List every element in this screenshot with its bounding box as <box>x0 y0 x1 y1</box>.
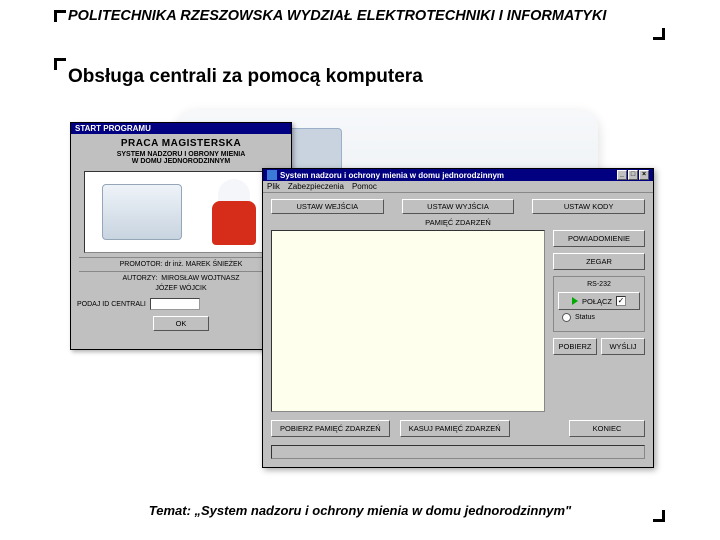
rs232-panel-title: RS-232 <box>558 281 640 288</box>
titlebar-text: System nadzoru i ochrony mienia w domu j… <box>280 171 504 180</box>
id-input[interactable] <box>150 298 200 310</box>
connect-button[interactable]: POŁĄCZ ✓ <box>558 292 640 310</box>
send-button[interactable]: WYŚLIJ <box>601 338 645 355</box>
notify-button[interactable]: POWIADOMIENIE <box>553 230 645 247</box>
splash-subheading: SYSTEM NADZORU I OBRONY MIENIA <box>73 151 289 158</box>
events-display-area <box>271 230 545 412</box>
splash-window: START PROGRAMU PRACA MAGISTERSKA SYSTEM … <box>70 122 292 350</box>
events-group-label: PAMIĘĆ ZDARZEŃ <box>263 218 653 230</box>
promotor-line: PROMOTOR: dr inż. MAREK ŚNIEŻEK <box>73 261 289 268</box>
ok-button[interactable]: OK <box>153 316 209 331</box>
clear-events-button[interactable]: KASUJ PAMIĘĆ ZDARZEŃ <box>400 420 510 437</box>
menu-bar: Plik Zabezpieczenia Pomoc <box>263 181 653 193</box>
clock-button[interactable]: ZEGAR <box>553 253 645 270</box>
titlebar-text: START PROGRAMU <box>75 124 151 133</box>
id-input-label: PODAJ ID CENTRALI <box>77 301 146 308</box>
close-icon[interactable]: × <box>639 170 649 180</box>
status-radio[interactable] <box>562 313 571 322</box>
set-inputs-button[interactable]: USTAW WEJŚCIA <box>271 199 384 214</box>
menu-item-security[interactable]: Zabezpieczenia <box>288 182 344 191</box>
content-area: START PROGRAMU PRACA MAGISTERSKA SYSTEM … <box>58 110 668 480</box>
corner-decoration <box>653 510 665 522</box>
exit-button[interactable]: KONIEC <box>569 420 645 437</box>
author-line: JÓZEF WÓJCIK <box>73 285 289 292</box>
status-radio-label: Status <box>575 314 595 321</box>
menu-item-help[interactable]: Pomoc <box>352 182 377 191</box>
alarm-siren-image <box>208 179 260 245</box>
main-app-window: System nadzoru i ochrony mienia w domu j… <box>262 168 654 468</box>
get-events-button[interactable]: POBIERZ PAMIĘĆ ZDARZEŃ <box>271 420 390 437</box>
get-button[interactable]: POBIERZ <box>553 338 597 355</box>
slide-header: POLITECHNIKA RZESZOWSKA WYDZIAŁ ELEKTROT… <box>68 8 666 24</box>
status-bar <box>271 445 645 459</box>
app-icon <box>267 170 277 180</box>
minimize-icon[interactable]: _ <box>617 170 627 180</box>
authors-label: AUTORZY: MIROSŁAW WOJTNASZ <box>73 275 289 282</box>
window-titlebar: System nadzoru i ochrony mienia w domu j… <box>263 169 653 181</box>
play-icon <box>572 297 578 305</box>
connect-checkbox[interactable]: ✓ <box>616 296 626 306</box>
slide-footer: Temat: „System nadzoru i ochrony mienia … <box>0 503 720 518</box>
splash-image <box>84 171 278 253</box>
maximize-icon[interactable]: □ <box>628 170 638 180</box>
set-codes-button[interactable]: USTAW KODY <box>532 199 645 214</box>
slide-title: Obsługa centrali za pomocą komputera <box>68 66 666 88</box>
menu-item-file[interactable]: Plik <box>267 182 280 191</box>
rs232-panel: RS-232 POŁĄCZ ✓ Status <box>553 276 645 332</box>
window-titlebar: START PROGRAMU <box>71 123 291 134</box>
set-outputs-button[interactable]: USTAW WYJŚCIA <box>402 199 515 214</box>
corner-decoration <box>653 28 665 40</box>
splash-heading: PRACA MAGISTERSKA <box>73 138 289 149</box>
splash-subheading: W DOMU JEDNORODZINNYM <box>73 158 289 165</box>
alarm-keypad-image <box>102 184 182 240</box>
